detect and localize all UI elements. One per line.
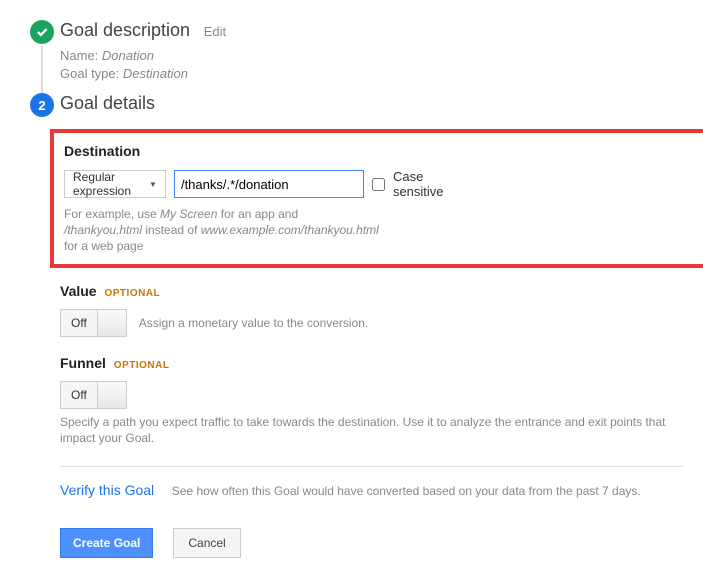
destination-input[interactable] — [174, 170, 364, 198]
match-type-dropdown[interactable]: Regular expression ▼ — [64, 170, 166, 198]
funnel-toggle-label: Off — [61, 382, 98, 408]
toggle-handle — [98, 310, 126, 336]
chevron-down-icon: ▼ — [149, 180, 157, 189]
verify-helper: See how often this Goal would have conve… — [172, 484, 641, 498]
optional-badge: OPTIONAL — [114, 360, 170, 371]
case-sensitive-checkbox[interactable] — [372, 178, 385, 191]
step1-title: Goal description — [60, 20, 190, 41]
funnel-helper: Specify a path you expect traffic to tak… — [60, 415, 680, 446]
value-helper: Assign a monetary value to the conversio… — [139, 316, 368, 330]
destination-helper: For example, use My Screen for an app an… — [64, 207, 379, 254]
cancel-button[interactable]: Cancel — [173, 528, 240, 558]
name-label: Name: — [60, 48, 98, 63]
type-label: Goal type: — [60, 66, 119, 81]
match-type-value: Regular expression — [73, 170, 131, 198]
type-value: Destination — [123, 66, 188, 81]
case-sensitive-label: Case sensitive — [393, 169, 444, 199]
name-value: Donation — [102, 48, 154, 63]
verify-goal-link[interactable]: Verify this Goal — [60, 482, 154, 498]
step-number-icon: 2 — [30, 93, 54, 117]
value-toggle[interactable]: Off — [60, 309, 127, 337]
toggle-handle — [98, 382, 126, 408]
destination-heading: Destination — [64, 143, 379, 159]
highlight-annotation: Destination Regular expression ▼ Case se… — [50, 129, 703, 268]
create-goal-button[interactable]: Create Goal — [60, 528, 153, 558]
value-heading: Value OPTIONAL — [60, 283, 683, 299]
step-complete-icon — [30, 20, 54, 44]
funnel-heading: Funnel OPTIONAL — [60, 355, 683, 371]
value-toggle-label: Off — [61, 310, 98, 336]
funnel-toggle[interactable]: Off — [60, 381, 127, 409]
optional-badge: OPTIONAL — [104, 288, 160, 299]
step2-title: Goal details — [60, 93, 155, 114]
edit-link[interactable]: Edit — [204, 24, 226, 39]
